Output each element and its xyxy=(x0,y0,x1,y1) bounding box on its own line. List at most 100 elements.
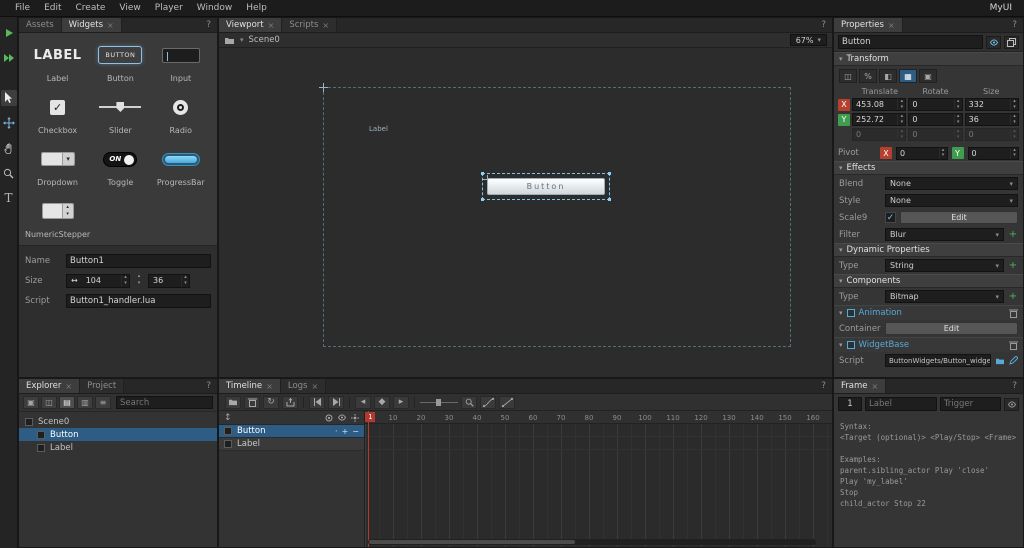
scale9-edit-button[interactable]: Edit xyxy=(900,211,1018,224)
height-stepper[interactable]: 36 ▴ ▾ xyxy=(148,273,190,288)
transform-section-header[interactable]: ▾ Transform xyxy=(834,52,1023,66)
container-edit-button[interactable]: Edit xyxy=(885,322,1018,335)
menu-player[interactable]: Player xyxy=(148,3,190,13)
down-arrow-icon[interactable]: ▾ xyxy=(1011,134,1018,141)
tab-viewport[interactable]: Viewport × xyxy=(219,18,283,32)
add-dynamic-property-button[interactable]: + xyxy=(1008,260,1018,271)
rotate-x-field[interactable]: 0 ▴ ▾ xyxy=(908,98,963,111)
down-arrow-icon[interactable]: ▾ xyxy=(898,134,905,141)
add-keyframe-icon[interactable]: ◆ xyxy=(374,395,390,409)
playhead-frame-indicator[interactable]: 1 xyxy=(365,412,376,422)
widget-item-toggle[interactable]: ON Toggle xyxy=(90,145,150,189)
select-tool[interactable] xyxy=(0,90,17,106)
stepper-arrows[interactable]: ▴ ▾ xyxy=(938,147,947,159)
tab-widgets[interactable]: Widgets × xyxy=(61,18,122,32)
down-arrow-icon[interactable]: ▾ xyxy=(898,119,905,126)
widget-item-checkbox[interactable]: ✓ Checkbox xyxy=(25,93,90,137)
stepper-arrows[interactable]: ▴ ▾ xyxy=(1009,129,1018,141)
selection-handle[interactable] xyxy=(608,198,611,201)
tab-logs[interactable]: Logs × xyxy=(280,379,327,393)
selection-name-field[interactable] xyxy=(838,35,983,49)
playhead[interactable] xyxy=(368,411,369,547)
down-arrow-icon[interactable]: ▾ xyxy=(940,153,947,159)
timeline-grid[interactable]: 1 10 20 30 40 50 60 70 80 90 100 110 120… xyxy=(365,411,832,547)
panel-help-icon[interactable]: ? xyxy=(815,379,832,393)
panel-help-icon[interactable]: ? xyxy=(200,18,217,32)
new-node-icon[interactable]: ▣ xyxy=(23,396,39,409)
tab-close-icon[interactable]: × xyxy=(888,21,895,30)
copy-icon[interactable] xyxy=(1004,35,1019,49)
add-component-button[interactable]: + xyxy=(1008,291,1018,302)
script-field[interactable] xyxy=(66,293,211,308)
stepper-arrows[interactable]: ▴ ▾ xyxy=(953,99,962,111)
widget-item-label[interactable]: LABEL Label xyxy=(25,41,90,85)
down-arrow-icon[interactable]: ▾ xyxy=(1011,119,1018,126)
pivot-x-field[interactable]: 0 ▴ ▾ xyxy=(896,146,948,160)
canvas-label-widget[interactable]: Label xyxy=(369,125,388,133)
widget-item-dropdown[interactable]: ▾ Dropdown xyxy=(25,145,90,189)
skip-start-icon[interactable] xyxy=(309,395,325,409)
loop-icon[interactable]: ↻ xyxy=(263,395,279,409)
timeline-zoom-slider[interactable] xyxy=(420,396,458,409)
tab-scripts[interactable]: Scripts × xyxy=(282,18,338,32)
widget-item-slider[interactable]: Slider xyxy=(90,93,150,137)
scene-folder-icon[interactable] xyxy=(224,36,235,45)
linear-curve-icon[interactable] xyxy=(499,395,515,409)
search-input[interactable] xyxy=(116,396,213,409)
tab-close-icon[interactable]: × xyxy=(268,21,275,30)
tree-item-scene0[interactable]: Scene0 xyxy=(19,415,217,428)
components-section-header[interactable]: ▾ Components xyxy=(834,274,1023,288)
menu-window[interactable]: Window xyxy=(190,3,240,13)
panel-help-icon[interactable]: ? xyxy=(1006,379,1023,393)
anchor-tool-icon[interactable]: ◫ xyxy=(839,69,857,83)
widgetbase-component-header[interactable]: ▾ WidgetBase xyxy=(834,337,1023,352)
widget-item-button[interactable]: BUTTON Button xyxy=(90,41,150,85)
component-script-field[interactable]: ButtonWidgets/Button_widget.lua xyxy=(885,354,991,367)
tree-item-label[interactable]: Label xyxy=(19,441,217,454)
track-button[interactable]: Button · + − xyxy=(219,425,364,438)
menu-create[interactable]: Create xyxy=(69,3,113,13)
panel-help-icon[interactable]: ? xyxy=(200,379,217,393)
stepper-arrows[interactable]: ▴ ▾ xyxy=(1010,147,1018,159)
size-depth-field[interactable]: 0 ▴ ▾ xyxy=(964,128,1019,141)
next-keyframe-icon[interactable]: ▸ xyxy=(393,395,409,409)
stepper-arrows[interactable]: ▴ ▾ xyxy=(897,99,905,110)
widget-item-radio[interactable]: Radio xyxy=(151,93,211,137)
blend-select[interactable]: None ▾ xyxy=(885,177,1018,190)
tab-project[interactable]: Project xyxy=(80,379,125,393)
track-lane[interactable] xyxy=(365,437,832,450)
view-mode-detail-icon[interactable]: ▥ xyxy=(77,396,93,409)
stepper-arrows[interactable]: ▴ ▾ xyxy=(897,129,905,140)
stepper-arrows[interactable]: ▴ ▾ xyxy=(181,274,189,287)
visibility-icon[interactable] xyxy=(986,35,1001,49)
track-add-icon[interactable]: + xyxy=(342,427,349,436)
widget-item-numericstepper[interactable]: ▴ ▾ NumericStepper xyxy=(25,197,90,241)
edit-script-icon[interactable] xyxy=(1009,356,1018,365)
tab-assets[interactable]: Assets xyxy=(19,18,62,32)
down-arrow-icon[interactable]: ▾ xyxy=(1011,153,1018,159)
stepper-arrows[interactable]: ▴ ▾ xyxy=(953,129,962,140)
frame-label-field[interactable] xyxy=(865,397,937,411)
animation-component-header[interactable]: ▾ Animation xyxy=(834,305,1023,320)
frame-number-field[interactable] xyxy=(838,397,862,411)
size-link-stepper[interactable]: ▴ ▾ xyxy=(135,273,143,288)
pad-tool-icon[interactable]: ▣ xyxy=(919,69,937,83)
filter-select[interactable]: Blur ▾ xyxy=(885,228,1004,241)
text-tool[interactable]: T xyxy=(1,190,17,206)
tab-close-icon[interactable]: × xyxy=(311,382,318,391)
trash-icon[interactable] xyxy=(244,395,260,409)
down-arrow-icon[interactable]: ▾ xyxy=(955,104,962,111)
down-arrow-icon[interactable]: ▾ xyxy=(182,280,189,287)
zoom-select[interactable]: 67% ▾ xyxy=(789,34,827,46)
scrollbar-thumb[interactable] xyxy=(369,540,576,544)
dock-tool-icon[interactable]: ◧ xyxy=(879,69,897,83)
reorder-icon[interactable]: ↕ xyxy=(224,413,232,423)
style-select[interactable]: None ▾ xyxy=(885,194,1018,207)
percent-tool-icon[interactable]: % xyxy=(859,69,877,83)
tab-close-icon[interactable]: × xyxy=(266,382,273,391)
folder-icon[interactable] xyxy=(225,395,241,409)
selection-handle[interactable] xyxy=(481,198,484,201)
pan-tool[interactable] xyxy=(1,140,17,156)
selection-handle[interactable] xyxy=(608,172,611,175)
down-arrow-icon[interactable]: ▾ xyxy=(135,280,143,288)
